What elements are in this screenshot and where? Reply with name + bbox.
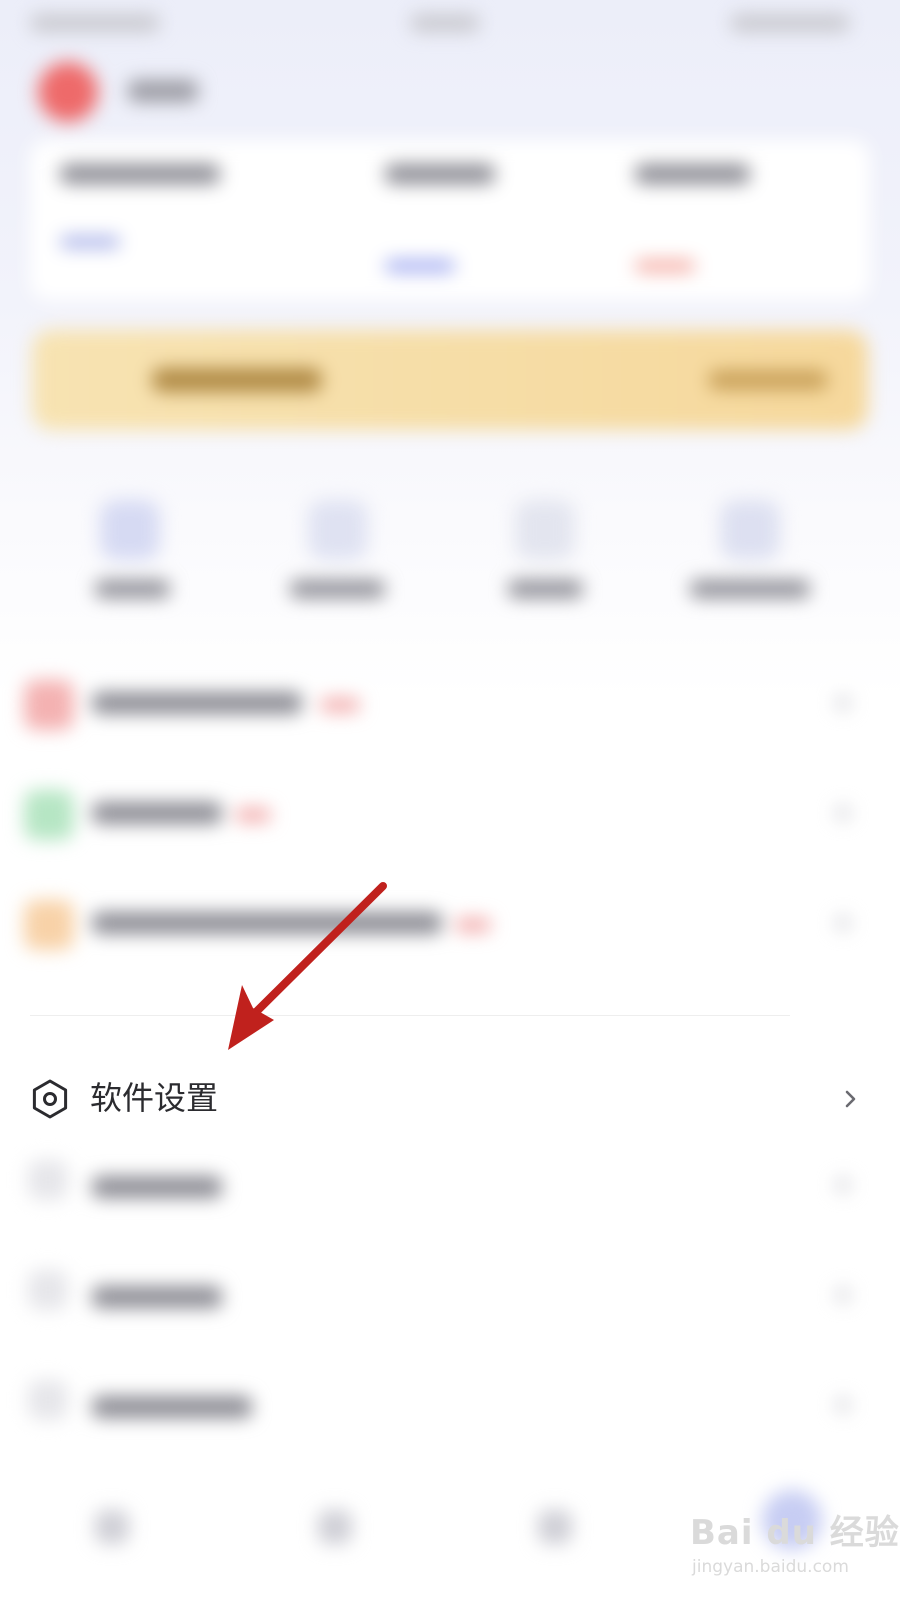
chevron-right-icon — [845, 1090, 856, 1108]
promo-banner[interactable] — [32, 330, 868, 430]
software-settings-label: 软件设置 — [90, 1079, 219, 1117]
watermark: Bai du 经验 jingyan.baidu.com — [690, 1505, 899, 1590]
annotation-arrow-icon — [228, 882, 387, 1050]
divider — [30, 1015, 790, 1016]
status-bar — [0, 0, 900, 44]
watermark-url: jingyan.baidu.com — [692, 1557, 849, 1577]
stats-card — [30, 140, 870, 300]
username[interactable] — [128, 80, 198, 102]
app-screen: 软件设置 Bai du 经验 jingyan.baidu.com — [0, 0, 900, 1600]
avatar[interactable] — [38, 62, 98, 122]
gear-hexagon-icon — [32, 1079, 68, 1119]
watermark-logo: Bai du 经验 — [690, 1513, 900, 1553]
